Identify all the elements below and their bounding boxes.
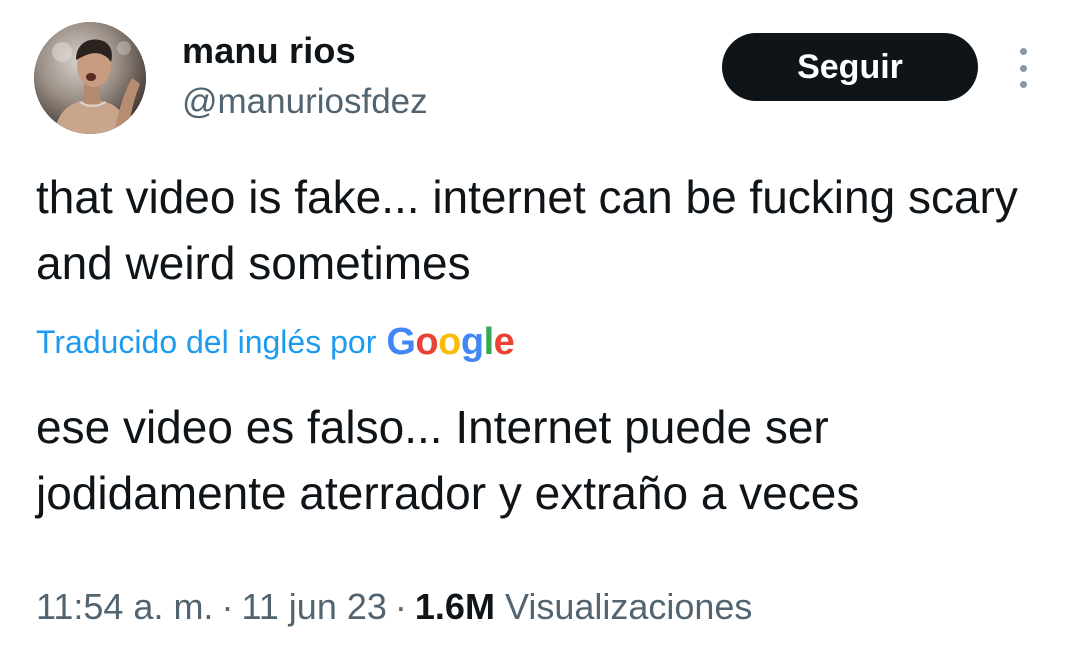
translation-label[interactable]: Traducido del inglés por	[36, 324, 376, 361]
tweet-time[interactable]: 11:54 a. m.	[36, 586, 213, 628]
google-logo-letter: e	[493, 320, 515, 363]
avatar-image	[34, 22, 146, 134]
user-handle[interactable]: @manuriosfdez	[182, 82, 428, 122]
google-logo-letter: o	[438, 320, 461, 363]
google-logo-letter: g	[460, 320, 484, 363]
google-logo: Google	[386, 321, 514, 364]
more-dot	[1019, 81, 1027, 88]
tweet-date[interactable]: 11 jun 23	[241, 586, 386, 628]
views-label[interactable]: Visualizaciones	[505, 586, 752, 628]
more-dot	[1019, 48, 1027, 55]
more-vertical-icon[interactable]	[1008, 48, 1038, 88]
google-logo-letter: l	[483, 320, 495, 363]
google-logo-letter: G	[386, 320, 416, 363]
avatar[interactable]	[34, 22, 146, 134]
separator: ·	[394, 586, 407, 627]
translated-text: ese video es falso... Internet puede ser…	[36, 401, 860, 519]
google-logo-letter: o	[415, 320, 439, 363]
display-name[interactable]: manu rios	[182, 30, 356, 72]
more-dot	[1019, 64, 1027, 72]
views-count[interactable]: 1.6M	[415, 586, 495, 628]
separator: ·	[221, 586, 234, 627]
translation-attribution[interactable]: Traducido del inglés por Google	[36, 318, 515, 366]
tweet-meta: 11:54 a. m. · 11 jun 23 · 1.6M Visualiza…	[36, 586, 752, 628]
tweet-text: that video is fake... internet can be fu…	[36, 171, 1018, 289]
follow-button[interactable]: Seguir	[722, 33, 978, 101]
